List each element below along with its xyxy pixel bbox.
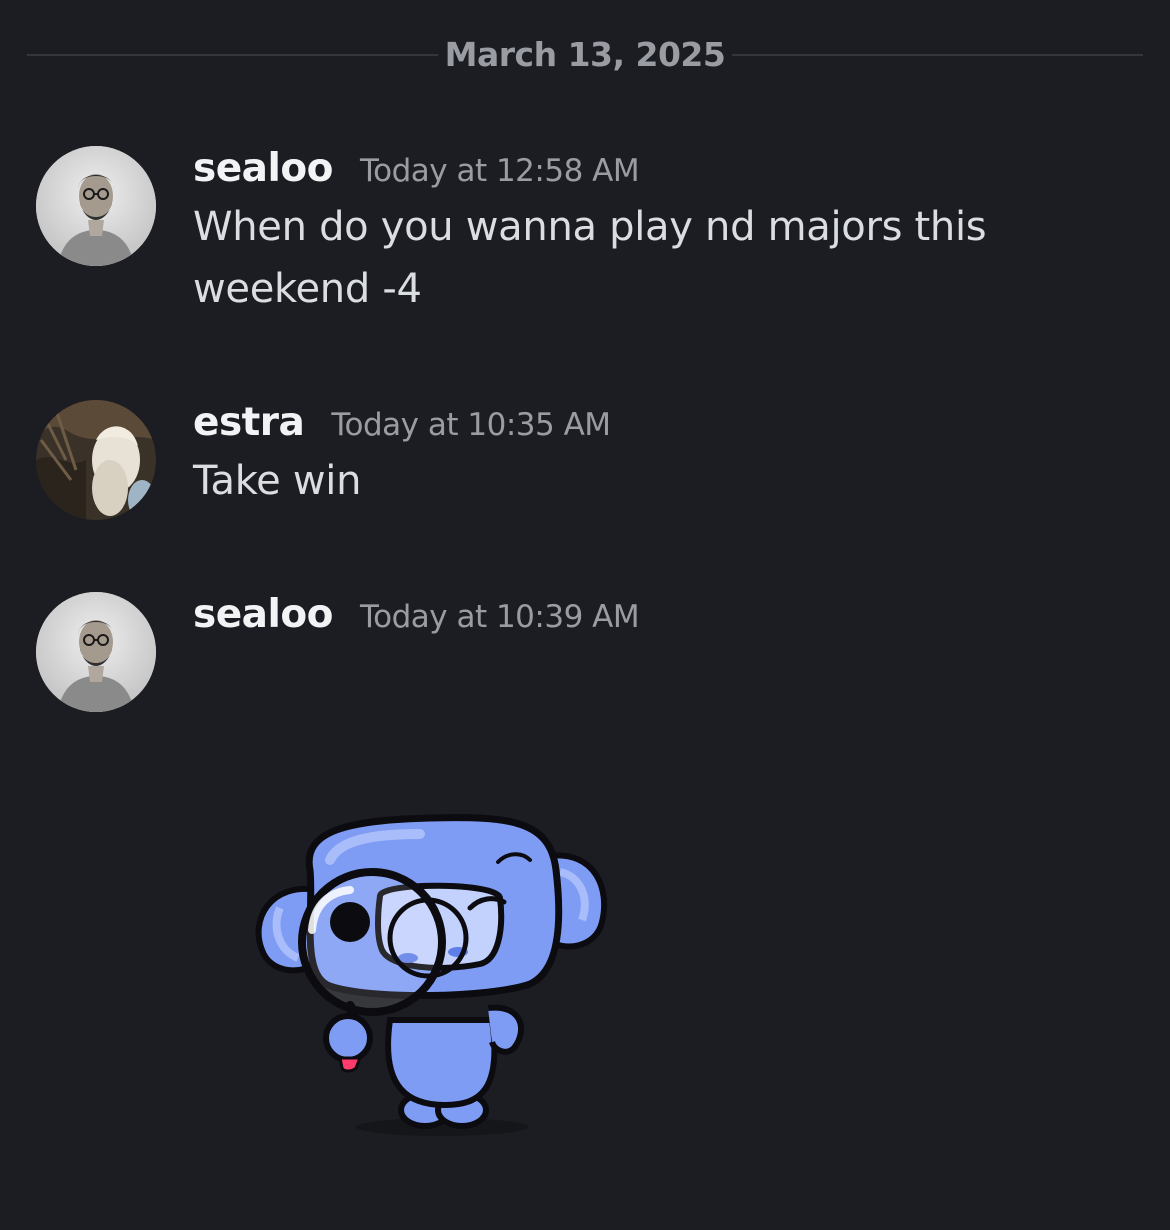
divider-line-right: [732, 54, 1143, 56]
divider-line-left: [27, 54, 438, 56]
message-text-line: weekend -4: [193, 266, 422, 312]
avatar[interactable]: [36, 400, 156, 520]
message-text-line: When do you wanna play nd majors this: [193, 204, 987, 250]
avatar[interactable]: [36, 146, 156, 266]
avatar-photo: [36, 400, 156, 520]
message-text: When do you wanna play nd majors this we…: [193, 196, 1150, 320]
message-text: Take win: [193, 450, 1150, 512]
wumpus-magnifying-glass-icon: [255, 814, 608, 1136]
username[interactable]: sealoo: [193, 592, 333, 637]
date-divider-label: March 13, 2025: [444, 35, 726, 74]
timestamp: Today at 10:35 AM: [331, 407, 611, 443]
avatar-photo: [36, 146, 156, 266]
avatar-photo: [36, 592, 156, 712]
username[interactable]: estra: [193, 400, 305, 445]
timestamp: Today at 10:39 AM: [359, 599, 640, 635]
message-text-line: Take win: [193, 458, 362, 504]
avatar[interactable]: [36, 592, 156, 712]
date-divider: March 13, 2025: [27, 32, 1143, 78]
wumpus-sticker[interactable]: [230, 790, 630, 1160]
timestamp: Today at 12:58 AM: [359, 153, 640, 189]
username[interactable]: sealoo: [193, 146, 333, 191]
